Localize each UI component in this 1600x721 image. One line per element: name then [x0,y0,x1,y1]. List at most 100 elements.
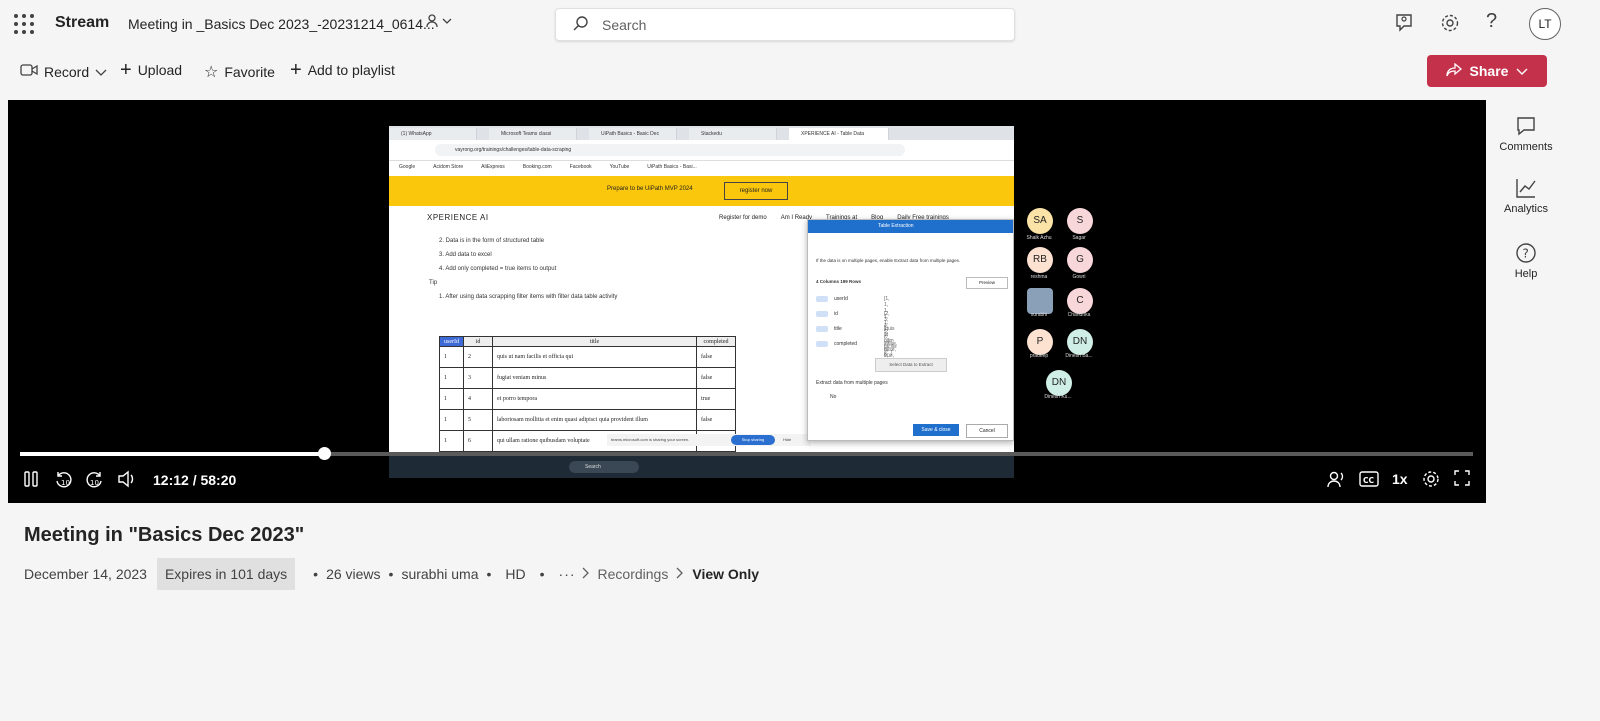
svg-text:10: 10 [61,479,70,487]
breadcrumb-recordings[interactable]: Recordings [598,566,669,582]
table-cell: 1 [439,346,464,368]
expiration-badge[interactable]: Expires in 101 days [156,558,296,590]
comments-label: Comments [1499,141,1553,153]
help-label: Help [1514,268,1538,280]
owner-name[interactable]: surabhi uma [401,566,478,582]
separator-dot: • [539,566,545,582]
column-type-icon [816,326,828,332]
pause-icon[interactable] [22,469,40,494]
banner-register-button: register now [724,182,788,200]
table-cell: fugiat veniam minus [492,367,697,389]
separator-dot: • [388,566,394,582]
teams-sharing-bar: teams.microsoft.com is sharing your scre… [607,434,811,446]
svg-text:CC: CC [1363,476,1375,485]
multi-page-toggle: No [830,394,837,400]
analytics-icon [1494,177,1558,199]
favorite-button[interactable]: ☆ Favorite [204,62,275,82]
table-cell: 6 [463,430,493,452]
help-button[interactable]: ? Help [1494,242,1558,280]
comment-icon [1494,115,1558,137]
bookmark: YouTube [609,164,630,170]
participant-name: Dinesh Ku... [1044,394,1072,400]
table-cell: quis ut nam facilis et officia qui [492,346,697,368]
participant-avatar: G [1067,247,1093,273]
forward-10-icon[interactable]: 10 [85,469,105,494]
analytics-button[interactable]: Analytics [1494,177,1558,215]
app-launcher-icon[interactable] [14,14,34,34]
select-data-button: Select Data to Extract [875,358,947,372]
seek-bar-progress [20,452,324,456]
bookmark: Google [399,164,416,170]
help-circle-icon: ? [1494,242,1558,264]
column-row: completed[false, false, true, fals...] [816,341,897,365]
feedback-icon[interactable] [1393,12,1417,36]
upload-button[interactable]: + Upload [120,59,183,81]
hide-link: Hide [783,437,792,442]
settings-icon[interactable] [1439,12,1463,36]
upload-label: Upload [137,62,183,78]
table-cell: 3 [463,367,493,389]
app-name[interactable]: Stream [55,14,109,32]
teams-sharing-text: teams.microsoft.com is sharing your scre… [611,437,690,442]
column-type-icon [816,341,828,347]
dialog-note: If the data is on multiple pages, enable… [816,258,961,263]
seek-handle[interactable] [317,447,331,460]
chevron-down-icon [95,64,107,80]
plus-icon: + [290,59,302,81]
fullscreen-icon[interactable] [1453,469,1471,492]
rewind-10-icon[interactable]: 10 [53,469,73,494]
more-icon[interactable]: ··· [559,566,576,582]
share-button[interactable]: Share [1427,55,1547,87]
permission-label: View Only [692,566,760,582]
search-box[interactable]: Search [555,8,1015,41]
instructions-list: 2. Data is in the form of structured tab… [429,234,618,304]
column-name: completed [834,341,858,347]
instruction-line: 4. Add only completed = true items to ou… [439,266,557,272]
table-row: 1 3 fugiat veniam minus false [439,367,736,389]
record-icon [20,62,38,81]
participant-name: Sagar [1072,235,1086,241]
table-cell: true [696,388,736,410]
instruction-line: 1. After using data scrapping filter ite… [439,294,618,300]
instruction-line: 3. Add data to excel [439,252,492,258]
add-to-playlist-button[interactable]: + Add to playlist [290,59,395,81]
chevron-right-icon [582,566,590,582]
table-cell: 4 [463,388,493,410]
table-cell: 1 [439,430,464,452]
browser-tab: Stackedu [689,128,777,140]
windows-taskbar: Search [389,456,1014,478]
record-button[interactable]: Record [20,62,107,81]
table-cell: laboriosam mollitia et enim quasi adipis… [492,409,697,431]
participant-avatar: DN [1046,370,1072,396]
quality-badge: HD [505,566,526,582]
bookmark: Acidom Store [433,164,464,170]
browser-tab: Microsoft Teams classi [489,128,577,140]
playback-time: 12:12 / 58:20 [153,472,237,488]
help-icon[interactable]: ? [1486,10,1510,34]
transcript-speaker-icon[interactable] [1326,469,1346,494]
volume-icon[interactable] [116,469,136,494]
participant-avatar: C [1067,288,1093,314]
comments-button[interactable]: Comments [1494,115,1558,153]
settings-icon[interactable] [1421,469,1441,494]
playback-speed-button[interactable]: 1x [1392,471,1408,487]
captions-icon[interactable]: CC [1358,469,1380,494]
table-header: title [492,336,697,347]
table-extraction-dialog: Table Extraction If the data is on multi… [807,219,1014,441]
instruction-line: 2. Data is in the form of structured tab… [439,238,545,244]
people-permission-icon[interactable] [425,12,453,33]
view-count: 26 views [326,566,381,582]
banner-text: Prepare to be UiPath MVP 2024 [607,186,693,192]
user-avatar[interactable]: LT [1529,8,1561,40]
column-name: id [834,311,838,317]
column-name: title [834,326,842,332]
plus-icon: + [120,59,132,81]
browser-tab: UiPath Basics - Basic Dec [589,128,677,140]
document-title[interactable]: Meeting in _Basics Dec 2023_-20231214_06… [128,16,435,32]
bookmark: AliExpress [481,164,505,170]
table-header: completed [696,336,736,347]
browser-tab-strip: (1) WhatsApp Microsoft Teams classi UiPa… [389,126,1014,140]
bookmark: Facebook [569,164,592,170]
star-icon: ☆ [204,64,219,81]
video-player[interactable]: (1) WhatsApp Microsoft Teams classi UiPa… [8,100,1486,503]
